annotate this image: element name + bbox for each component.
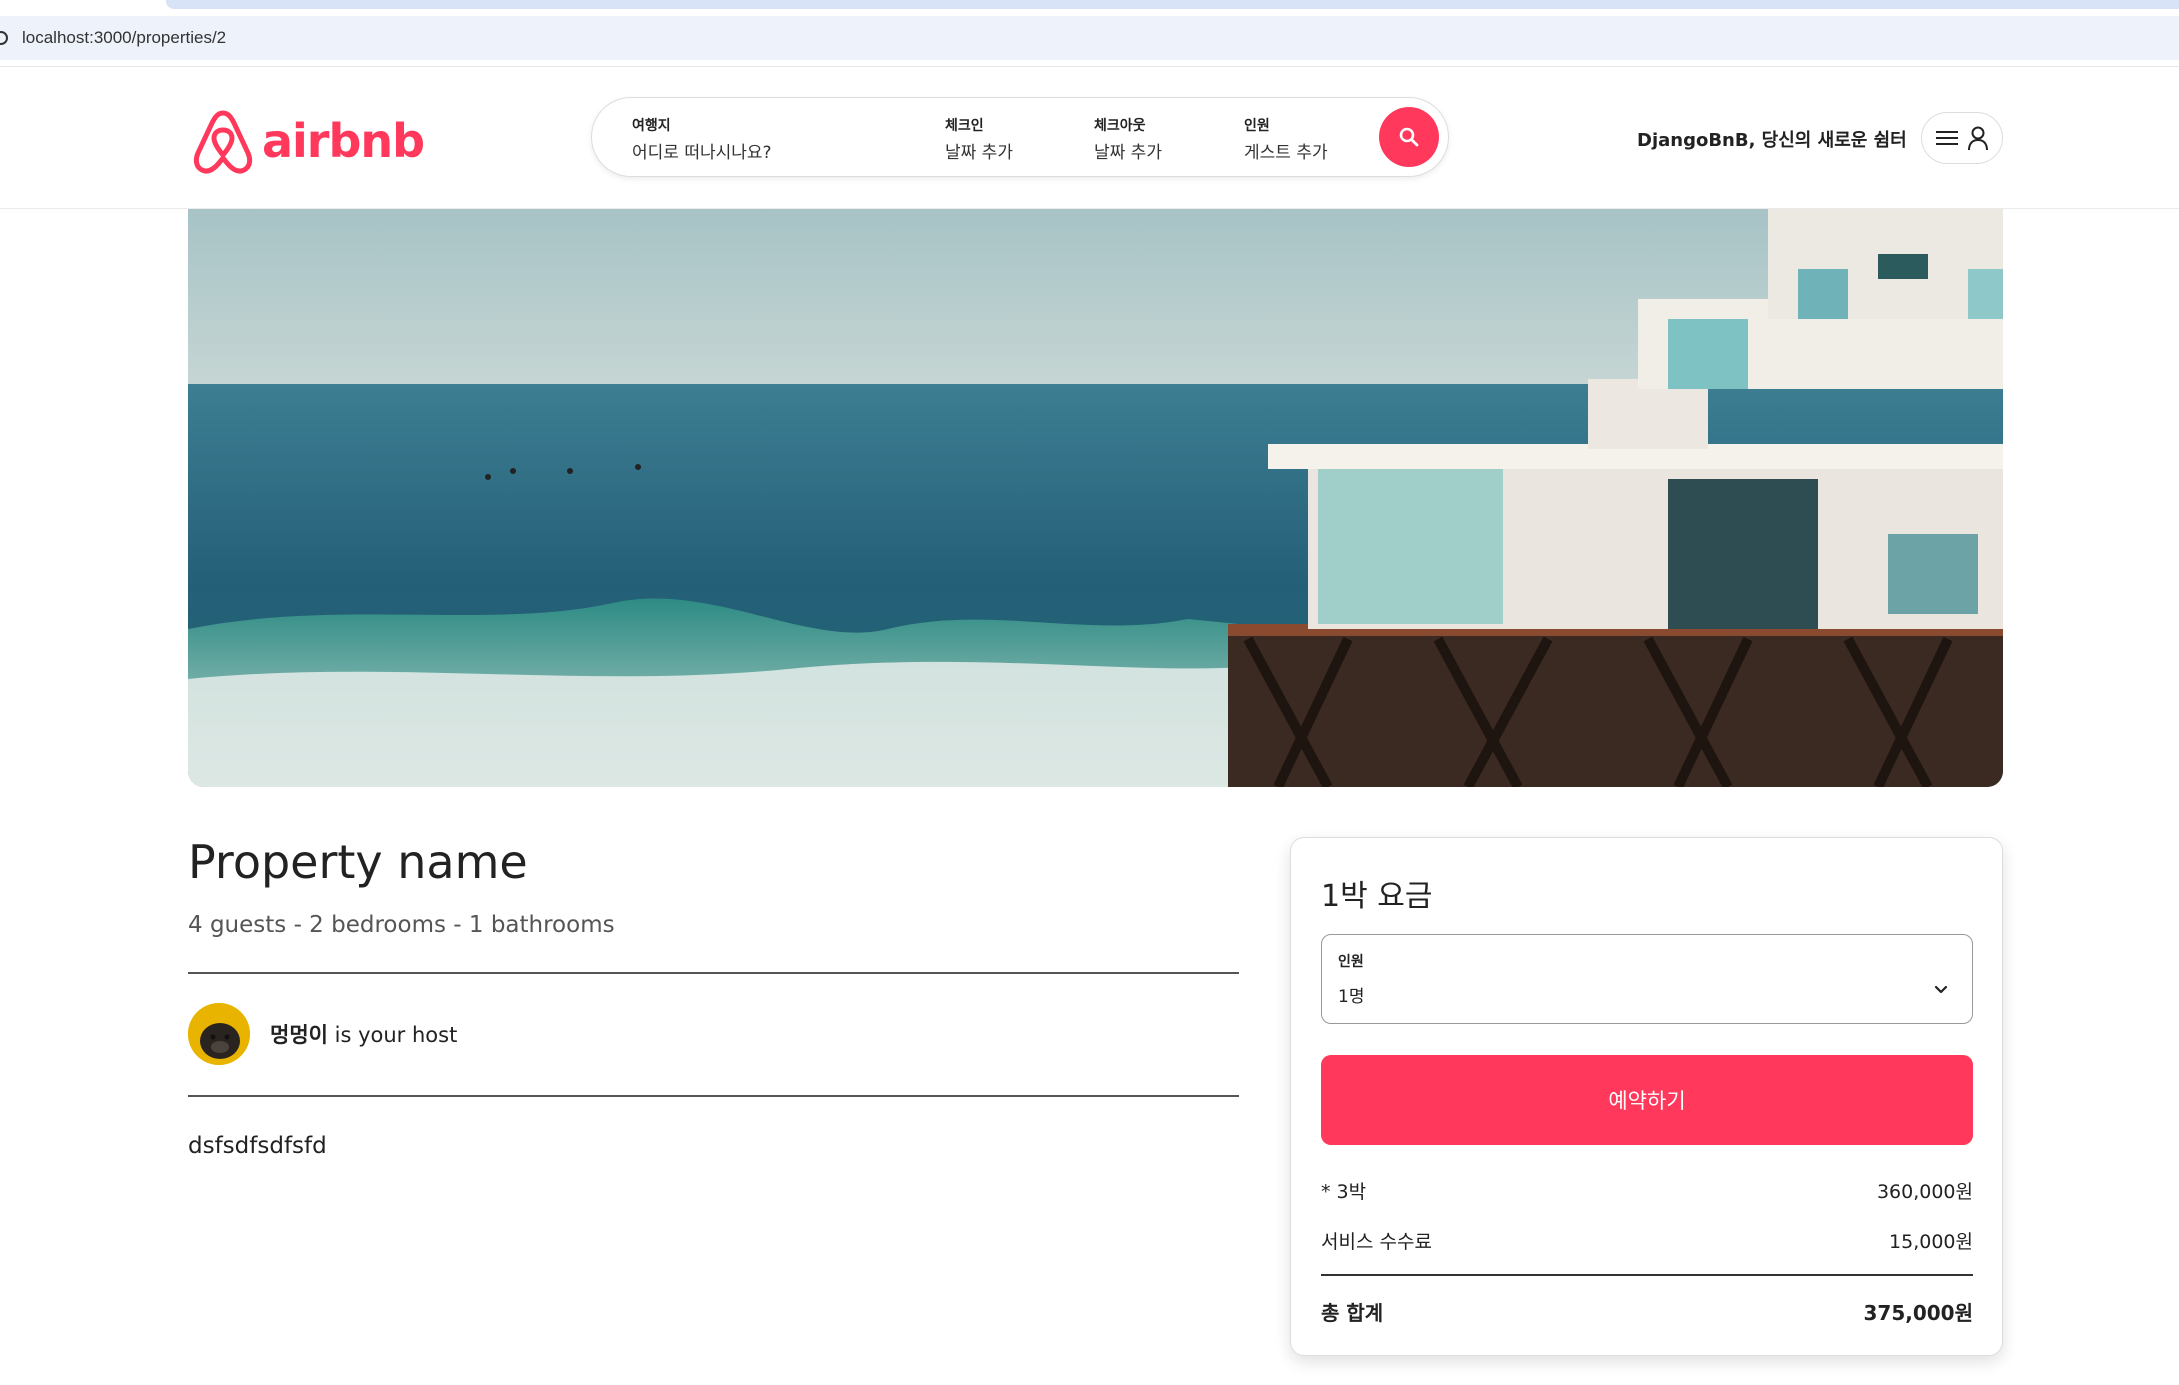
guests-select[interactable]: 인원 1명 [1321, 934, 1973, 1024]
nightly-price-title: 1박 요금 [1321, 879, 1433, 914]
chevron-down-icon [1934, 985, 1948, 994]
property-description: dsfsdfsdfsfd [188, 1133, 327, 1159]
airbnb-logo-icon [193, 110, 253, 174]
search-destination[interactable]: 여행지 어디로 떠나시나요? [632, 115, 772, 163]
guests-select-label: 인원 [1338, 954, 1364, 970]
user-icon [1968, 126, 1988, 151]
property-summary: 4 guests - 2 bedrooms - 1 bathrooms [188, 912, 615, 938]
guests-value: 게스트 추가 [1244, 143, 1328, 163]
checkout-value: 날짜 추가 [1094, 143, 1162, 163]
search-checkout[interactable]: 체크아웃 날짜 추가 [1094, 115, 1162, 163]
site-header: airbnb 여행지 어디로 떠나시나요? 체크인 날짜 추가 체크아웃 날짜 … [0, 67, 2179, 209]
property-image [188, 209, 2003, 787]
guests-label: 인원 [1244, 118, 1270, 134]
divider [188, 1095, 1239, 1097]
destination-input[interactable]: 어디로 떠나시나요? [632, 138, 772, 163]
site-tagline: DjangoBnB, 당신의 새로운 쉼터 [1637, 130, 1907, 151]
fee-row: 서비스 수수료 15,000원 [1321, 1227, 1973, 1254]
host-text: 멍멍이 is your host [270, 1019, 457, 1049]
site-info-icon[interactable] [0, 31, 8, 45]
address-bar[interactable]: localhost:3000/properties/2 [0, 16, 2179, 60]
search-checkin[interactable]: 체크인 날짜 추가 [945, 115, 1013, 163]
search-bar[interactable]: 여행지 어디로 떠나시나요? 체크인 날짜 추가 체크아웃 날짜 추가 인원 게… [591, 97, 1449, 177]
logo-text: airbnb [262, 114, 425, 168]
airbnb-logo[interactable]: airbnb [190, 107, 425, 175]
destination-label: 여행지 [632, 118, 671, 134]
hamburger-icon [1936, 131, 1958, 145]
host-suffix: is your host [327, 1023, 458, 1047]
address-url[interactable]: localhost:3000/properties/2 [22, 28, 226, 48]
checkin-label: 체크인 [945, 118, 984, 134]
total-amount: 375,000원 [1863, 1301, 1974, 1325]
checkin-value: 날짜 추가 [945, 143, 1013, 163]
search-icon [1399, 127, 1419, 147]
nights-row: * 3박 360,000원 [1321, 1177, 1973, 1204]
guests-select-value[interactable]: 1명 [1338, 982, 1364, 1007]
nights-label: * 3박 [1321, 1181, 1367, 1203]
divider [188, 972, 1239, 974]
checkout-label: 체크아웃 [1094, 118, 1146, 134]
property-title: Property name [188, 835, 528, 889]
host-avatar[interactable] [188, 1003, 250, 1065]
divider [1321, 1274, 1973, 1276]
search-button[interactable] [1379, 107, 1439, 167]
total-row: 총 합계 375,000원 [1321, 1297, 1973, 1326]
reserve-button[interactable]: 예약하기 [1321, 1055, 1973, 1145]
user-menu-button[interactable] [1921, 112, 2003, 164]
search-guests[interactable]: 인원 게스트 추가 [1244, 115, 1328, 163]
booking-card: 1박 요금 인원 1명 예약하기 * 3박 360,000원 서비스 수수료 1… [1290, 837, 2003, 1356]
host-info: 멍멍이 is your host [188, 1003, 457, 1065]
browser-tab-strip [0, 0, 2179, 12]
fee-label: 서비스 수수료 [1321, 1231, 1432, 1253]
total-label: 총 합계 [1321, 1301, 1384, 1325]
nights-amount: 360,000원 [1876, 1181, 1973, 1203]
host-name[interactable]: 멍멍이 [270, 1023, 328, 1047]
fee-amount: 15,000원 [1889, 1231, 1973, 1253]
